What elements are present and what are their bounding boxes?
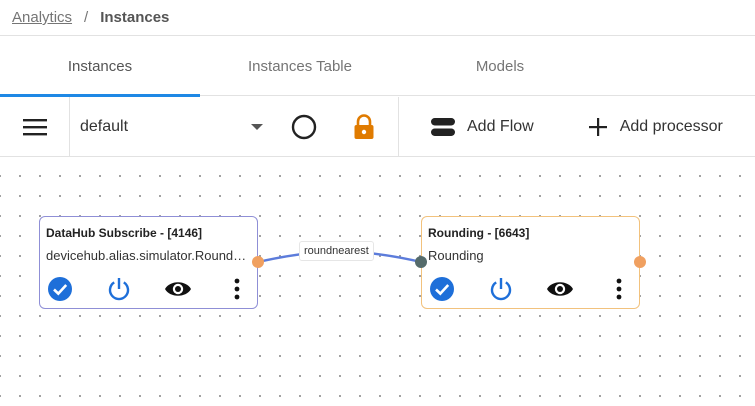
edge-label[interactable]: roundnearest (299, 241, 374, 261)
more-vertical-icon (616, 278, 622, 300)
node-more-button[interactable] (223, 275, 251, 303)
node-title: DataHub Subscribe - [4146] (46, 226, 203, 240)
node-enabled-button[interactable] (428, 275, 456, 303)
power-icon (108, 278, 130, 301)
check-circle-icon (48, 277, 72, 301)
more-vertical-icon (234, 278, 240, 300)
node-power-button[interactable] (487, 275, 515, 303)
node-input-handle[interactable] (415, 256, 427, 268)
node-subtitle: devicehub.alias.simulator.RoundNearest (46, 248, 252, 263)
node-more-button[interactable] (605, 275, 633, 303)
node-view-button[interactable] (546, 275, 574, 303)
node-power-button[interactable] (105, 275, 133, 303)
node-enabled-button[interactable] (46, 275, 74, 303)
node-output-handle[interactable] (634, 256, 646, 268)
node-datahub-subscribe[interactable]: DataHub Subscribe - [4146] devicehub.ali… (39, 216, 258, 309)
node-actions (40, 273, 257, 305)
node-rounding[interactable]: Rounding - [6643] Rounding (421, 216, 640, 309)
node-subtitle: Rounding (428, 248, 484, 263)
node-title: Rounding - [6643] (428, 226, 530, 240)
flow-edge (257, 250, 422, 264)
node-view-button[interactable] (164, 275, 192, 303)
node-actions (422, 273, 639, 305)
eye-icon (165, 282, 191, 296)
check-circle-icon (430, 277, 454, 301)
power-icon (490, 278, 512, 301)
node-output-handle[interactable] (252, 256, 264, 268)
eye-icon (547, 282, 573, 296)
